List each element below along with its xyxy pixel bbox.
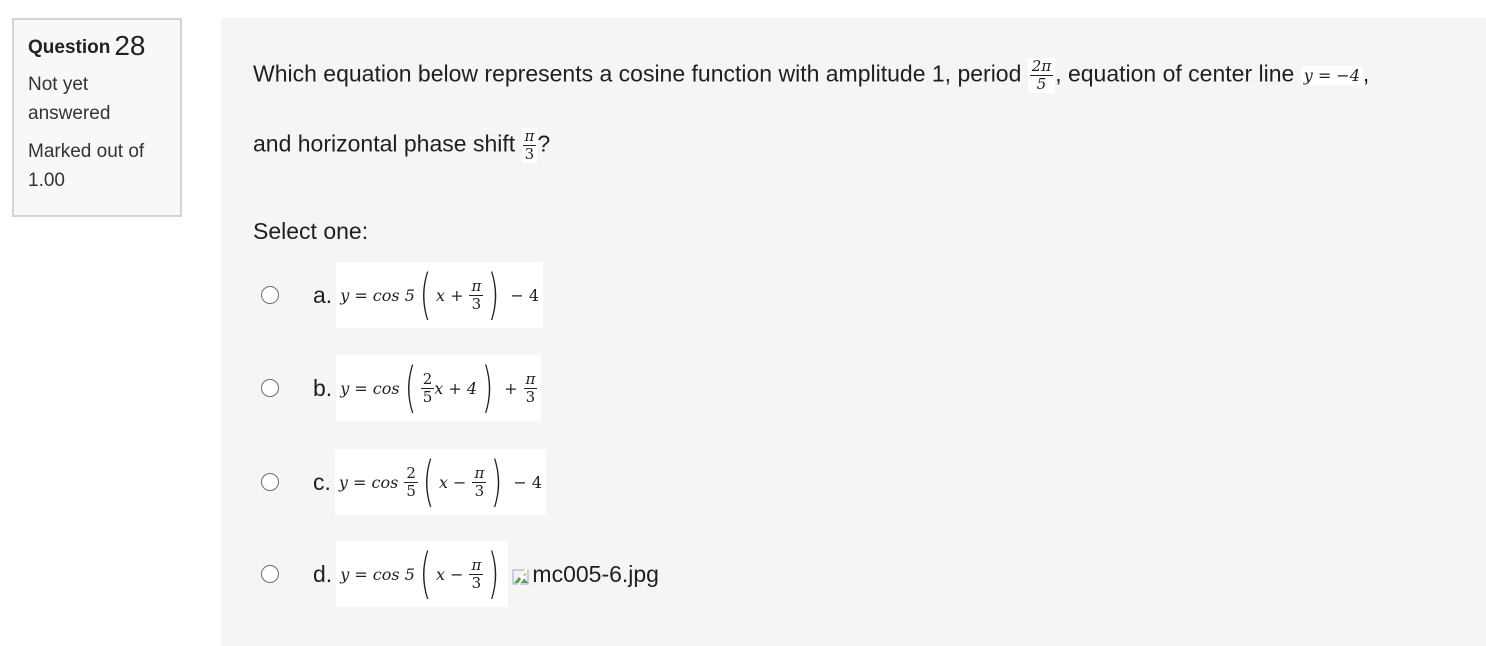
broken-image: mc005-6.jpg — [512, 561, 659, 588]
shift-denominator: 3 — [522, 145, 537, 163]
marked-line-2: 1.00 — [28, 170, 65, 191]
period-denominator: 5 — [1029, 75, 1054, 93]
option-d-expression: y = cos 5 ( x − π 3 ) — [336, 541, 509, 607]
question-label: Question — [28, 37, 111, 58]
state-line-2: answered — [28, 103, 111, 124]
question-grade: Marked out of 1.00 — [28, 137, 180, 195]
option-b-letter: b. — [313, 374, 333, 401]
option-d[interactable]: d. y = cos 5 ( x − π 3 ) mc005-6.jpg — [261, 534, 659, 614]
option-a-radio[interactable] — [261, 286, 279, 304]
question-heading: Question 28 — [28, 30, 180, 62]
question-number: 28 — [114, 30, 146, 61]
option-b-radio[interactable] — [261, 379, 279, 397]
question-text-line-1: Which equation below represents a cosine… — [253, 58, 1369, 93]
option-b[interactable]: b. y = cos ( 2 5 x + 4 ) + π 3 — [261, 348, 542, 428]
question-state: Not yet answered — [28, 70, 180, 128]
option-c-letter: c. — [313, 468, 331, 495]
option-b-expression: y = cos ( 2 5 x + 4 ) + π 3 — [336, 355, 542, 421]
option-d-letter: d. — [313, 560, 333, 587]
option-c[interactable]: c. y = cos 2 5 ( x − π 3 ) − 4 — [261, 442, 547, 522]
question-text-part-3: , — [1362, 60, 1370, 87]
question-text-part-4: and horizontal phase shift — [253, 130, 516, 157]
question-info-box: Question 28 Not yet answered Marked out o… — [12, 18, 182, 217]
broken-image-icon — [512, 565, 530, 586]
phase-shift-fraction: π 3 — [521, 127, 538, 163]
state-line-1: Not yet — [28, 74, 89, 95]
center-line-equation: y = −4 — [1300, 66, 1363, 85]
marked-line-1: Marked out of — [28, 141, 145, 162]
option-a[interactable]: a. y = cos 5 ( x + π 3 ) − 4 — [261, 255, 544, 335]
option-a-letter: a. — [313, 281, 333, 308]
shift-numerator: π — [524, 127, 535, 145]
option-c-radio[interactable] — [261, 473, 279, 491]
question-text-part-1: Which equation below represents a cosine… — [253, 60, 1022, 87]
select-one-label: Select one: — [253, 218, 369, 244]
question-content: Which equation below represents a cosine… — [221, 18, 1486, 646]
question-text-line-2: and horizontal phase shift π 3 ? — [253, 128, 550, 163]
option-c-expression: y = cos 2 5 ( x − π 3 ) − 4 — [334, 449, 547, 515]
period-numerator: 2π — [1031, 57, 1052, 75]
broken-image-alt-text: mc005-6.jpg — [532, 560, 659, 587]
option-a-expression: y = cos 5 ( x + π 3 ) − 4 — [336, 262, 544, 328]
question-text-part-2: , equation of center line — [1055, 60, 1295, 87]
option-d-radio[interactable] — [261, 565, 279, 583]
period-fraction: 2π 5 — [1027, 57, 1056, 93]
question-text-part-5: ? — [537, 130, 551, 157]
